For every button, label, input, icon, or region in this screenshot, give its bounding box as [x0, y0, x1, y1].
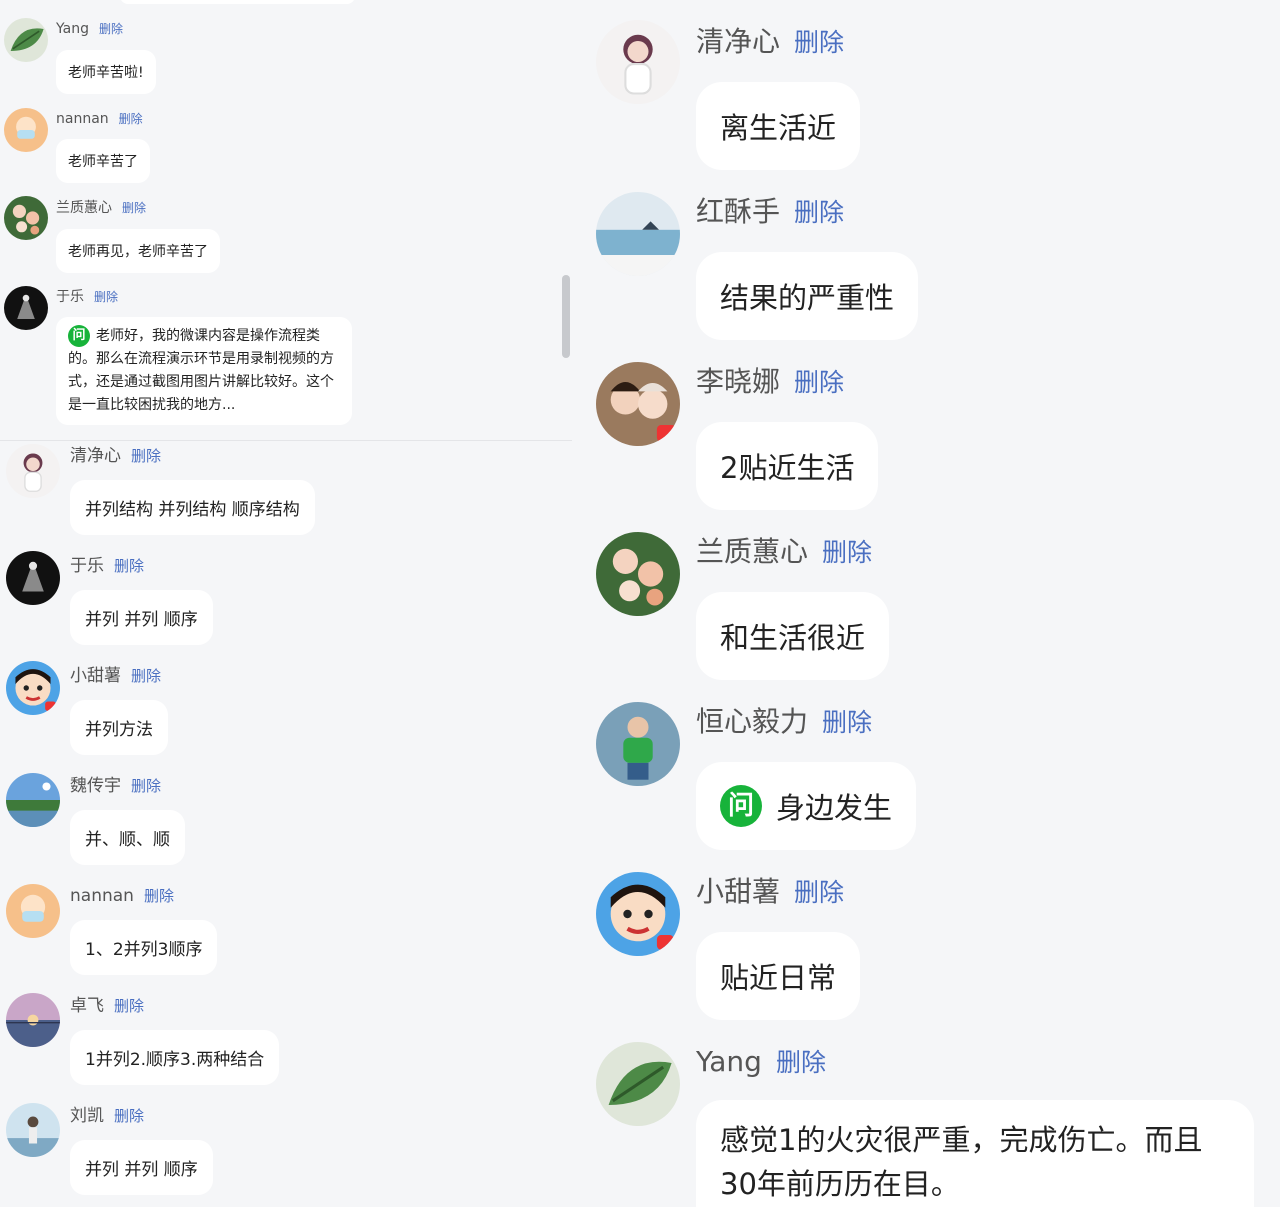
- username: nannan: [70, 886, 134, 906]
- username: 卓飞: [70, 996, 104, 1016]
- delete-link[interactable]: 删除: [114, 557, 144, 575]
- mask-avatar[interactable]: [6, 884, 60, 938]
- message-bubble: 2贴近生活: [696, 422, 879, 510]
- delete-link[interactable]: 删除: [794, 368, 844, 397]
- message-bubble: 并列 并列 顺序: [70, 1140, 213, 1195]
- delete-link[interactable]: 删除: [794, 878, 844, 907]
- family-avatar[interactable]: [596, 362, 680, 446]
- username: 于乐: [70, 556, 104, 576]
- username: 清净心: [70, 446, 121, 466]
- username: 小甜薯: [70, 666, 121, 686]
- cartoon-avatar[interactable]: [596, 872, 680, 956]
- girl-avatar[interactable]: [6, 444, 60, 498]
- flower-avatar[interactable]: [596, 532, 680, 616]
- username: 兰质蕙心: [56, 200, 112, 216]
- username: 红酥手: [696, 195, 781, 228]
- message-bubble: 问老师好，我的微课内容是操作流程类的。那么在流程演示环节是用录制视频的方式，还是…: [56, 317, 352, 425]
- username: nannan: [56, 111, 109, 127]
- delete-link[interactable]: 删除: [94, 290, 118, 304]
- scrollbar-thumb[interactable]: [562, 275, 570, 358]
- message-bubble: 问身边发生: [696, 762, 917, 850]
- delete-link[interactable]: 删除: [131, 667, 161, 685]
- username: 李晓娜: [696, 365, 781, 398]
- message-bubble: 离生活近: [696, 82, 861, 170]
- delete-link[interactable]: 删除: [794, 198, 844, 227]
- delete-link[interactable]: 删除: [776, 1048, 826, 1077]
- person-avatar[interactable]: [6, 1103, 60, 1157]
- sunset-avatar[interactable]: [6, 993, 60, 1047]
- username: 刘凯: [70, 1106, 104, 1126]
- message-bubble: 1并列2.顺序3.两种结合: [70, 1030, 280, 1085]
- delete-link[interactable]: 删除: [794, 28, 844, 57]
- message-bubble: 老师再见，老师辛苦了: [56, 229, 220, 273]
- leaf-avatar[interactable]: [596, 1042, 680, 1126]
- message-bubble: 并、顺、顺: [70, 810, 185, 865]
- username: 魏传宇: [70, 776, 121, 796]
- girl-avatar[interactable]: [596, 20, 680, 104]
- delete-link[interactable]: 删除: [822, 538, 872, 567]
- delete-link[interactable]: 删除: [122, 201, 146, 215]
- username: Yang: [696, 1045, 762, 1078]
- delete-link[interactable]: 删除: [144, 887, 174, 905]
- message-bubble: 和生活很近: [696, 592, 890, 680]
- leaf-avatar[interactable]: [4, 18, 48, 62]
- delete-link[interactable]: 删除: [119, 112, 143, 126]
- dark-avatar[interactable]: [6, 551, 60, 605]
- chat-pane-left[interactable]: Yang 删除 老师辛苦啦! nannan 删除 老师辛苦了 兰质蕙心 删除 老师再见…: [0, 0, 580, 1207]
- username: 清净心: [696, 25, 781, 58]
- chat-pane-right[interactable]: 清净心 删除 离生活近 红酥手 删除 结果的严重性 李晓娜 删除 2贴近生活 兰质蕙心…: [580, 0, 1280, 1207]
- question-icon: 问: [720, 785, 762, 827]
- mask-avatar[interactable]: [4, 108, 48, 152]
- delete-link[interactable]: 删除: [131, 777, 161, 795]
- delete-link[interactable]: 删除: [822, 708, 872, 737]
- question-icon: 问: [68, 325, 90, 347]
- username: 小甜薯: [696, 875, 781, 908]
- message-bubble: 结果的严重性: [696, 252, 919, 340]
- username: 于乐: [56, 289, 84, 305]
- child-avatar[interactable]: [596, 702, 680, 786]
- previous-bubble-edge: [120, 0, 355, 4]
- delete-link[interactable]: 删除: [99, 22, 123, 36]
- message-bubble: 老师辛苦了: [56, 139, 150, 183]
- username: 恒心毅力: [696, 705, 809, 738]
- message-bubble: 感觉1的火灾很严重，完成伤亡。而且30年前历历在目。: [696, 1100, 1254, 1207]
- message-bubble: 贴近日常: [696, 932, 861, 1020]
- cartoon-avatar[interactable]: [6, 661, 60, 715]
- message-bubble: 并列结构 并列结构 顺序结构: [70, 480, 315, 535]
- flower-avatar[interactable]: [4, 196, 48, 240]
- username: 兰质蕙心: [696, 535, 809, 568]
- divider: [0, 440, 572, 441]
- message-text: 老师好，我的微课内容是操作流程类的。那么在流程演示环节是用录制视频的方式，还是通…: [68, 328, 334, 413]
- username: Yang: [56, 21, 89, 37]
- delete-link[interactable]: 删除: [131, 447, 161, 465]
- delete-link[interactable]: 删除: [114, 1107, 144, 1125]
- message-bubble: 1、2并列3顺序: [70, 920, 218, 975]
- message-bubble: 老师辛苦啦!: [56, 50, 156, 94]
- message-text: 身边发生: [776, 791, 893, 825]
- delete-link[interactable]: 删除: [114, 997, 144, 1015]
- landscape-avatar[interactable]: [6, 773, 60, 827]
- sea-avatar[interactable]: [596, 192, 680, 276]
- dark-avatar[interactable]: [4, 286, 48, 330]
- message-bubble: 并列 并列 顺序: [70, 590, 213, 645]
- message-bubble: 并列方法: [70, 700, 168, 755]
